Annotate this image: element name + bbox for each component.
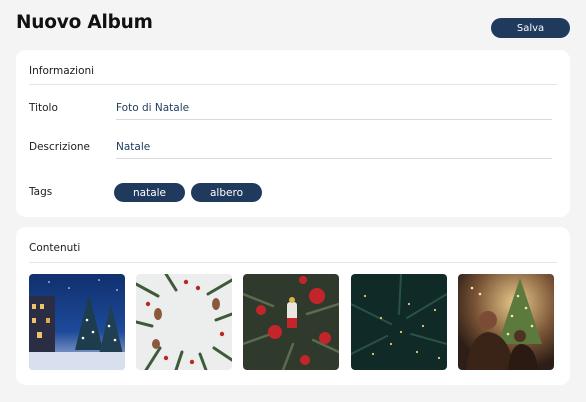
description-field[interactable]: Natale (116, 141, 552, 159)
photo-thumbnail-3[interactable] (243, 274, 339, 370)
tags-label: Tags (29, 186, 53, 198)
photo-thumbnail-1[interactable] (29, 274, 125, 370)
content-card: Contenuti (16, 227, 570, 385)
dark-green-tree-lights-photo (351, 274, 447, 370)
people-by-lit-tree-photo (458, 274, 554, 370)
photo-thumbnail-4[interactable] (351, 274, 447, 370)
pine-branches-frame-photo (136, 274, 232, 370)
divider (29, 262, 557, 263)
page-title: Nuovo Album (16, 12, 153, 33)
christmas-ornaments-tree-photo (243, 274, 339, 370)
content-section-title: Contenuti (29, 242, 81, 254)
save-button[interactable]: Salva (491, 18, 570, 38)
description-label: Descrizione (29, 141, 90, 153)
snowy-village-night-photo (29, 274, 125, 370)
photo-thumbnail-2[interactable] (136, 274, 232, 370)
tag-natale[interactable]: natale (114, 183, 185, 202)
info-card: Informazioni Titolo Foto di Natale Descr… (16, 50, 570, 217)
tag-albero[interactable]: albero (191, 183, 262, 202)
photo-thumbnail-5[interactable] (458, 274, 554, 370)
title-field[interactable]: Foto di Natale (116, 102, 552, 120)
info-section-title: Informazioni (29, 65, 95, 77)
title-label: Titolo (29, 102, 58, 114)
divider (29, 84, 557, 85)
